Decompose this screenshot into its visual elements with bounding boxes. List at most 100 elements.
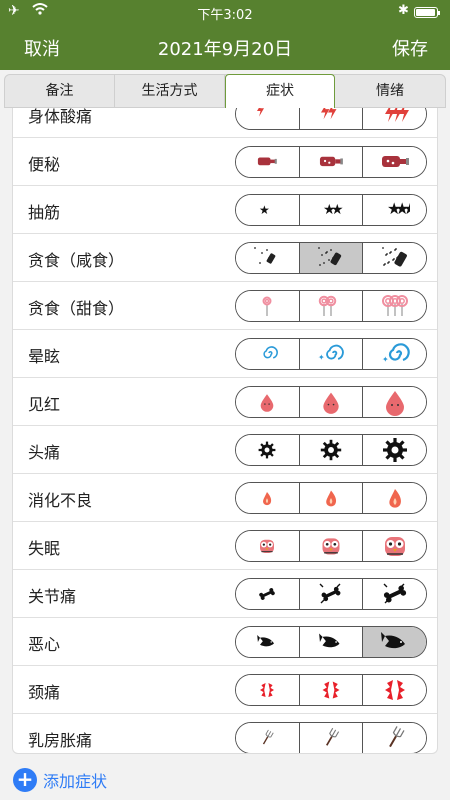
severity-moderate-button[interactable] — [299, 483, 364, 513]
spiral-icon: ✦ — [380, 340, 410, 368]
severity-moderate-button[interactable] — [299, 108, 364, 129]
severity-severe-button[interactable] — [363, 147, 426, 177]
fork-icon — [252, 724, 282, 752]
star-icon: ★★★ — [380, 196, 410, 224]
severity-moderate-button[interactable] — [299, 627, 364, 657]
gear-icon — [252, 436, 282, 464]
severity-mild-button[interactable] — [236, 483, 300, 513]
severity-severe-button[interactable] — [363, 723, 426, 753]
severity-severe-button[interactable] — [363, 531, 426, 561]
severity-mild-button[interactable] — [236, 627, 300, 657]
severity-mild-button[interactable] — [236, 339, 300, 369]
severity-mild-button[interactable] — [236, 579, 300, 609]
severity-mild-button[interactable] — [236, 291, 300, 321]
svg-text:✦: ✦ — [382, 355, 389, 364]
salt-shaker-icon — [380, 244, 410, 272]
severity-mild-button[interactable] — [236, 435, 300, 465]
severity-severe-button[interactable] — [363, 483, 426, 513]
severity-selector — [235, 530, 427, 562]
symptom-label: 乳房胀痛 — [28, 731, 93, 750]
nav-bar: 取消 2021年9月20日 保存 — [0, 24, 450, 70]
lightning-icon — [316, 108, 346, 128]
symptom-row: 贪食（咸食） — [13, 234, 437, 282]
severity-moderate-button[interactable] — [299, 723, 364, 753]
severity-mild-button[interactable] — [236, 243, 300, 273]
drop-icon — [316, 388, 346, 416]
burst-icon — [380, 676, 410, 704]
severity-mild-button[interactable] — [236, 675, 300, 705]
symptom-label: 身体酸痛 — [28, 108, 93, 126]
lightning-icon — [380, 108, 410, 128]
drop-icon — [380, 388, 410, 416]
severity-mild-button[interactable] — [236, 108, 300, 129]
severity-severe-button[interactable] — [363, 243, 426, 273]
severity-moderate-button[interactable] — [299, 387, 364, 417]
symptom-label: 晕眩 — [28, 347, 61, 366]
flame-icon — [380, 484, 410, 512]
tab-mood[interactable]: 情绪 — [335, 75, 445, 107]
severity-moderate-button[interactable] — [299, 579, 364, 609]
severity-severe-button[interactable]: ★★★ — [363, 195, 426, 225]
tab-lifestyle[interactable]: 生活方式 — [115, 75, 225, 107]
tab-symptoms[interactable]: 症状 — [225, 74, 335, 109]
fork-icon — [380, 724, 410, 752]
severity-moderate-button[interactable]: ✦ — [299, 339, 364, 369]
symptom-label: 恶心 — [28, 635, 61, 654]
bluetooth-icon: ✱ — [398, 3, 409, 18]
salt-shaker-icon — [252, 244, 282, 272]
burst-icon — [316, 676, 346, 704]
severity-severe-button[interactable]: ✦ — [363, 339, 426, 369]
severity-severe-button[interactable] — [363, 387, 426, 417]
spiral-icon: ✦ — [316, 340, 346, 368]
severity-severe-button[interactable] — [363, 675, 426, 705]
severity-selector — [235, 290, 427, 322]
svg-text:✦: ✦ — [318, 353, 325, 362]
symptom-label: 失眠 — [28, 539, 61, 558]
severity-moderate-button[interactable] — [299, 531, 364, 561]
symptom-label: 颈痛 — [28, 683, 61, 702]
add-symptom-button[interactable]: + 添加症状 — [13, 767, 107, 793]
severity-mild-button[interactable] — [236, 147, 300, 177]
lollipop-icon — [316, 292, 346, 320]
bottle-icon — [252, 148, 282, 176]
severity-selector — [235, 434, 427, 466]
severity-severe-button[interactable] — [363, 627, 426, 657]
severity-severe-button[interactable] — [363, 108, 426, 129]
severity-moderate-button[interactable] — [299, 435, 364, 465]
severity-selector — [235, 386, 427, 418]
fish-icon — [316, 628, 346, 656]
severity-severe-button[interactable] — [363, 579, 426, 609]
severity-severe-button[interactable] — [363, 435, 426, 465]
symptom-row: 恶心 — [13, 618, 437, 666]
save-button[interactable]: 保存 — [392, 35, 428, 61]
page-title: 2021年9月20日 — [157, 39, 293, 60]
severity-moderate-button[interactable]: ★ ★ — [299, 195, 364, 225]
gear-icon — [316, 436, 346, 464]
symptom-list: 身体酸痛便秘抽筋★★★★★★贪食（咸食）贪食（甜食）晕眩✦✦见红头痛消化不良失眠… — [12, 108, 438, 754]
severity-mild-button[interactable] — [236, 387, 300, 417]
severity-severe-button[interactable] — [363, 291, 426, 321]
bone-icon — [252, 580, 282, 608]
battery-icon — [414, 7, 440, 18]
severity-selector — [235, 146, 427, 178]
severity-selector — [235, 674, 427, 706]
flame-icon — [316, 484, 346, 512]
severity-moderate-button[interactable] — [299, 243, 364, 273]
status-bar: ✈ 下午3:02 ✱ — [0, 0, 450, 24]
severity-mild-button[interactable]: ★ — [236, 195, 300, 225]
severity-moderate-button[interactable] — [299, 147, 364, 177]
severity-moderate-button[interactable] — [299, 675, 364, 705]
severity-moderate-button[interactable] — [299, 291, 364, 321]
severity-selector — [235, 722, 427, 753]
tab-notes[interactable]: 备注 — [5, 75, 115, 107]
symptom-row: 身体酸痛 — [13, 108, 437, 138]
severity-selector: ★★★★★★ — [235, 194, 427, 226]
severity-mild-button[interactable] — [236, 723, 300, 753]
symptom-row: 贪食（甜食） — [13, 282, 437, 330]
symptom-row: 抽筋★★★★★★ — [13, 186, 437, 234]
symptom-row: 消化不良 — [13, 474, 437, 522]
spiral-icon — [252, 340, 282, 368]
svg-text:★: ★ — [259, 203, 270, 217]
symptom-row: 晕眩 ✦ ✦ — [13, 330, 437, 378]
severity-mild-button[interactable] — [236, 531, 300, 561]
